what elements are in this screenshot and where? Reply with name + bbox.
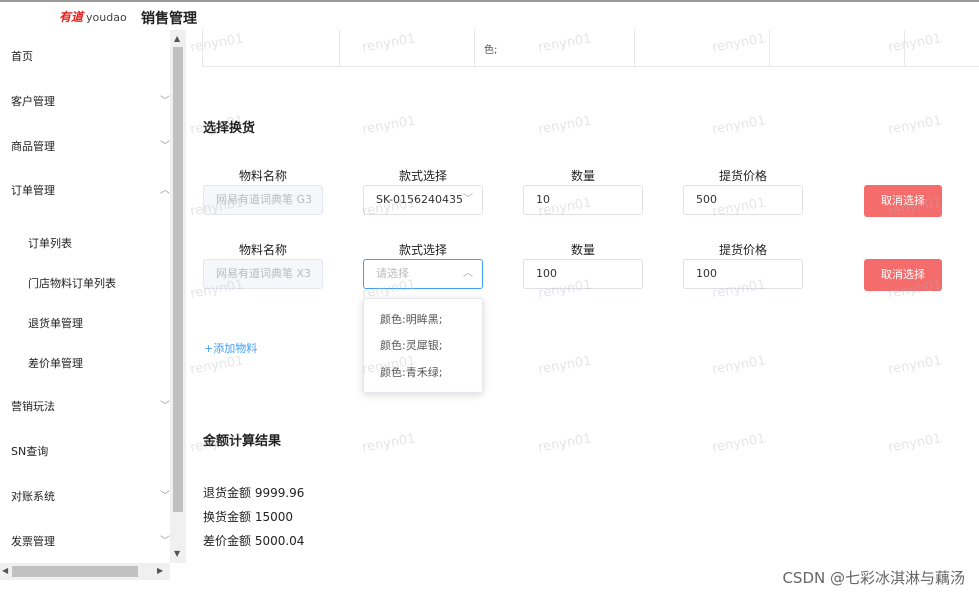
csdn-credit: CSDN @七彩冰淇淋与藕汤 <box>782 569 965 587</box>
material-input: 网易有道词典笔 G3 <box>203 185 323 215</box>
chevron-down-icon: ﹀ <box>160 491 170 502</box>
result-section-title: 金额计算结果 <box>203 434 282 449</box>
sidebar-item-invoices[interactable]: 发票管理 <box>11 533 55 549</box>
logo-text: youdao <box>86 11 127 24</box>
quantity-label: 数量 <box>570 243 595 257</box>
chevron-up-icon: ︿ <box>463 268 473 279</box>
scroll-down-arrow-icon[interactable]: ▼ <box>174 549 180 558</box>
top-bar: 有道 youdao 销售管理 <box>0 0 979 30</box>
sidebar-subitem-price-diff[interactable]: 差价单管理 <box>28 355 83 371</box>
style-select-placeholder: 请选择 <box>376 267 409 280</box>
price-input[interactable]: 100 <box>683 259 803 289</box>
sidebar-item-orders[interactable]: 订单管理 <box>11 182 55 198</box>
chevron-down-icon: ﹀ <box>160 401 170 412</box>
material-input: 网易有道词典笔 X3 <box>203 259 323 289</box>
quantity-input[interactable]: 100 <box>523 259 643 289</box>
sidebar: 首页 客户管理 ﹀ 商品管理 ﹀ 订单管理 ︿ 订单列表 门店物料订单列表 退货… <box>0 30 186 580</box>
sidebar-horizontal-scrollbar[interactable]: ◀ ▶ <box>0 563 170 580</box>
chevron-up-icon: ︿ <box>160 185 170 196</box>
scrollbar-thumb[interactable] <box>173 47 183 512</box>
chevron-down-icon: ﹀ <box>463 194 473 205</box>
price-label: 提货价格 <box>718 243 767 257</box>
app-title: 销售管理 <box>141 11 197 27</box>
table-divider <box>634 30 635 66</box>
table-divider <box>339 30 340 66</box>
chevron-down-icon: ﹀ <box>160 141 170 152</box>
sidebar-subitem-store-material-orders[interactable]: 门店物料订单列表 <box>28 275 116 291</box>
scroll-right-arrow-icon[interactable]: ▶ <box>157 566 163 575</box>
style-label: 款式选择 <box>398 243 447 257</box>
scrollbar-thumb[interactable] <box>12 566 138 577</box>
style-select-value: SK-0156240435 <box>376 193 463 206</box>
dropdown-option[interactable]: 颜色:明眸黑; <box>380 311 442 327</box>
youdao-logo[interactable]: 有道 youdao <box>59 8 127 25</box>
sidebar-subitem-order-list[interactable]: 订单列表 <box>28 235 72 251</box>
dropdown-option[interactable]: 颜色:灵犀银; <box>380 337 442 353</box>
quantity-label: 数量 <box>570 169 595 183</box>
sidebar-item-sn-query[interactable]: SN查询 <box>11 443 48 459</box>
table-cell: 色; <box>484 45 498 56</box>
chevron-down-icon: ﹀ <box>160 536 170 547</box>
sidebar-item-products[interactable]: 商品管理 <box>11 138 55 154</box>
scroll-left-arrow-icon[interactable]: ◀ <box>2 566 8 575</box>
sidebar-item-reconciliation[interactable]: 对账系统 <box>11 488 55 504</box>
price-input[interactable]: 500 <box>683 185 803 215</box>
style-select[interactable]: 请选择 ︿ <box>363 259 483 289</box>
table-divider <box>474 30 475 66</box>
dropdown-option[interactable]: 颜色:青禾绿; <box>380 364 442 380</box>
price-label: 提货价格 <box>718 169 767 183</box>
main-content: 色; 选择换货 物料名称 款式选择 数量 提货价格 网易有道词典笔 G3 SK-… <box>186 30 979 596</box>
cancel-selection-button[interactable]: 取消选择 <box>864 259 942 291</box>
diff-amount: 差价金额 5000.04 <box>203 534 305 548</box>
material-label: 物料名称 <box>238 169 287 183</box>
return-amount: 退货金额 9999.96 <box>203 486 305 500</box>
sidebar-subitem-returns[interactable]: 退货单管理 <box>28 315 83 331</box>
exchange-amount: 换货金额 15000 <box>203 510 293 524</box>
sidebar-item-home[interactable]: 首页 <box>11 48 33 64</box>
sidebar-vertical-scrollbar[interactable]: ▲ ▼ <box>170 30 186 563</box>
exchange-section-title: 选择换货 <box>203 121 256 136</box>
order-items-table: 色; <box>202 30 979 67</box>
scroll-up-arrow-icon[interactable]: ▲ <box>174 34 180 43</box>
chevron-down-icon: ﹀ <box>160 96 170 107</box>
table-divider <box>769 30 770 66</box>
cancel-selection-button[interactable]: 取消选择 <box>864 185 942 217</box>
material-label: 物料名称 <box>238 243 287 257</box>
style-dropdown: 颜色:明眸黑; 颜色:灵犀银; 颜色:青禾绿; <box>363 298 483 393</box>
logo-brand-text: 有道 <box>59 10 84 24</box>
style-select[interactable]: SK-0156240435 ﹀ <box>363 185 483 215</box>
quantity-input[interactable]: 10 <box>523 185 643 215</box>
add-material-link[interactable]: +添加物料 <box>204 340 257 356</box>
table-divider <box>904 30 905 66</box>
sidebar-item-marketing[interactable]: 营销玩法 <box>11 398 55 414</box>
style-label: 款式选择 <box>398 169 447 183</box>
sidebar-item-customers[interactable]: 客户管理 <box>11 93 55 109</box>
